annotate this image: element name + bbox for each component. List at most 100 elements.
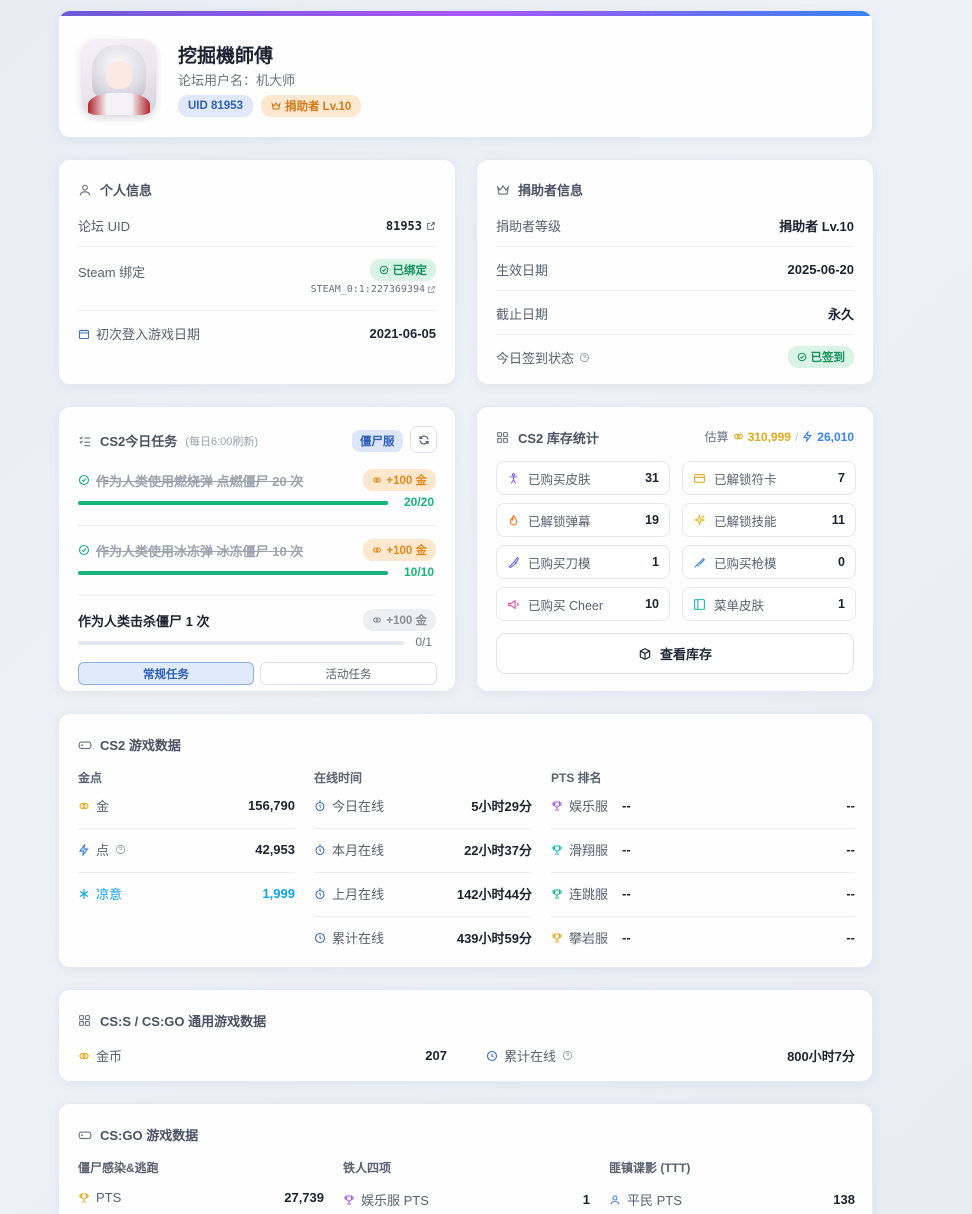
inventory-stat[interactable]: 已购买皮肤 31 xyxy=(496,461,670,495)
online-time-label: 上月在线 xyxy=(332,887,385,902)
coin-icon xyxy=(78,1050,90,1062)
first-login-row: 初次登入游戏日期 2021-06-05 xyxy=(78,324,436,343)
online-time-value: 439小时59分 xyxy=(456,931,532,946)
bolt-icon xyxy=(78,843,90,856)
inventory-stat[interactable]: 已解锁符卡 7 xyxy=(682,461,856,495)
tab-regular-tasks[interactable]: 常规任务 xyxy=(78,662,254,685)
inventory-stat[interactable]: 菜单皮肤 1 xyxy=(682,587,856,621)
stopwatch-icon xyxy=(314,843,326,856)
server-badge[interactable]: 僵尸服 xyxy=(352,430,403,452)
pts-server-label: 攀岩服 xyxy=(569,931,609,946)
username-label: 论坛用户名： xyxy=(178,73,257,88)
tasks-refresh-note: (每日6:00刷新) xyxy=(185,435,259,448)
task-progress-text: 20/20 xyxy=(403,495,434,509)
donor-badge: 捐助者 Lv.10 xyxy=(260,95,362,117)
csgo-common-card: CS:S / CS:GO 通用游戏数据 金币 207 累计在线 800小时7分 xyxy=(58,989,873,1082)
help-icon[interactable] xyxy=(115,844,126,855)
coin-row: 金币 207 xyxy=(78,1046,447,1065)
coin-icon xyxy=(733,431,744,442)
check-circle-icon xyxy=(78,544,90,556)
coin-label: 金币 xyxy=(96,1049,123,1064)
steam-status-text: 已绑定 xyxy=(392,264,428,277)
gold-row: 金 156,790 xyxy=(78,796,295,815)
donor-info-card: 捐助者信息 捐助者等级 捐助者 Lv.10 生效日期 2025-06-20 截止… xyxy=(476,159,874,385)
inventory-stat[interactable]: 已购买 Cheer 10 xyxy=(496,587,670,621)
csgo-common-title: CS:S / CS:GO 通用游戏数据 xyxy=(78,1011,266,1030)
inventory-stat-value: 0 xyxy=(838,555,845,569)
iron-column-header: 铁人四项 xyxy=(343,1161,392,1175)
tab-event-tasks[interactable]: 活动任务 xyxy=(260,662,437,685)
time-column-header: 在线时间 xyxy=(314,771,363,785)
inventory-stat-value: 10 xyxy=(645,597,659,611)
task-item: 作为人类使用燃烧弹 点燃僵尸 20 次 +100 金 xyxy=(78,469,436,491)
iron-pts-label: 娱乐服 PTS xyxy=(361,1193,429,1208)
coin-value: 207 xyxy=(425,1048,447,1063)
trophy-icon xyxy=(551,844,563,856)
inventory-stat-value: 1 xyxy=(838,597,845,611)
pts-server-label: 滑翔服 xyxy=(569,843,609,858)
inventory-stat-label: 已解锁符卡 xyxy=(714,472,777,487)
checkin-label: 今日签到状态 xyxy=(496,350,575,366)
inventory-stat-value: 19 xyxy=(645,513,659,527)
steam-id-link[interactable]: STEAM_0:1:227369394 xyxy=(311,284,436,295)
uid-label: 论坛 UID xyxy=(78,219,131,234)
total-online-value: 800小时7分 xyxy=(787,1049,855,1064)
user-icon xyxy=(609,1194,621,1206)
calendar-icon xyxy=(78,328,90,340)
pts-column-header: PTS 排名 xyxy=(551,771,602,785)
cs2-title-text: CS2 游戏数据 xyxy=(100,738,181,753)
task-title: 作为人类使用燃烧弹 点燃僵尸 20 次 xyxy=(96,473,304,489)
donor-end-value: 永久 xyxy=(827,307,854,322)
inventory-stat[interactable]: 已购买刀模 1 xyxy=(496,545,670,579)
profile-name: 挖掘機師傅 xyxy=(178,46,274,67)
inventory-stat[interactable]: 已解锁技能 11 xyxy=(682,503,856,537)
personal-info-title: 个人信息 xyxy=(78,180,152,199)
pts-rank-row: 滑翔服 -- -- xyxy=(551,840,855,859)
pts-rank: -- xyxy=(622,886,631,901)
help-icon[interactable] xyxy=(562,1050,573,1061)
trophy-icon xyxy=(343,1194,355,1206)
uid-link[interactable]: 81953 xyxy=(386,219,436,233)
zombie-pts-row: PTS 27,739 xyxy=(78,1190,324,1205)
profile-accent-bar xyxy=(59,11,872,16)
clock-icon xyxy=(314,932,326,944)
inventory-estimate: 估算 310,999 / 26,010 xyxy=(705,428,854,445)
csgo-game-data-card: CS:GO 游戏数据 僵尸感染&逃跑 铁人四项 匪镇谍影 (TTT) PTS 2… xyxy=(58,1103,873,1214)
inventory-stat-label: 已购买枪模 xyxy=(714,556,777,571)
refresh-button[interactable] xyxy=(410,426,437,453)
cs2-game-data-card: CS2 游戏数据 金点 在线时间 PTS 排名 金 156,790 点 42,953 凉… xyxy=(58,713,873,968)
trophy-icon xyxy=(78,1192,90,1204)
gold-row: 凉意 1,999 xyxy=(78,884,295,903)
task-reward-label: +100 金 xyxy=(386,475,427,487)
inventory-stat[interactable]: 已解锁弹幕 19 xyxy=(496,503,670,537)
user-icon xyxy=(78,183,92,197)
cs2-title: CS2 游戏数据 xyxy=(78,735,181,754)
donor-level-label: 捐助者等级 xyxy=(496,219,562,234)
task-title: 作为人类击杀僵尸 1 次 xyxy=(78,613,210,629)
donor-end-row: 截止日期 永久 xyxy=(496,304,854,323)
check-circle-icon xyxy=(797,352,807,362)
trophy-icon xyxy=(551,888,563,900)
avatar[interactable] xyxy=(82,39,156,115)
gold-column-header: 金点 xyxy=(78,771,103,785)
inventory-stat[interactable]: 已购买枪模 0 xyxy=(682,545,856,579)
uid-badge: UID 81953 xyxy=(178,95,253,117)
zombie-column-header: 僵尸感染&逃跑 xyxy=(78,1161,159,1175)
donor-info-title: 捐助者信息 xyxy=(496,180,583,199)
task-reward: +100 金 xyxy=(363,469,436,491)
zombie-pts-label: PTS xyxy=(96,1190,122,1205)
gold-value: 1,999 xyxy=(262,886,295,901)
pts-server-label: 娱乐服 xyxy=(569,799,609,814)
stopwatch-icon xyxy=(314,799,326,812)
help-icon[interactable] xyxy=(579,352,590,363)
task-reward-label: +100 金 xyxy=(386,545,427,557)
view-inventory-button[interactable]: 查看库存 xyxy=(496,633,854,674)
donor-start-row: 生效日期 2025-06-20 xyxy=(496,260,854,279)
donor-start-value: 2025-06-20 xyxy=(787,262,855,277)
task-progress-text: 10/10 xyxy=(403,565,434,579)
pts-value: -- xyxy=(846,886,855,901)
iron-pts-row: 娱乐服 PTS 1 xyxy=(343,1190,590,1209)
online-time-value: 5小时29分 xyxy=(471,799,532,814)
csgo-title: CS:GO 游戏数据 xyxy=(78,1125,198,1144)
pts-value: -- xyxy=(846,842,855,857)
